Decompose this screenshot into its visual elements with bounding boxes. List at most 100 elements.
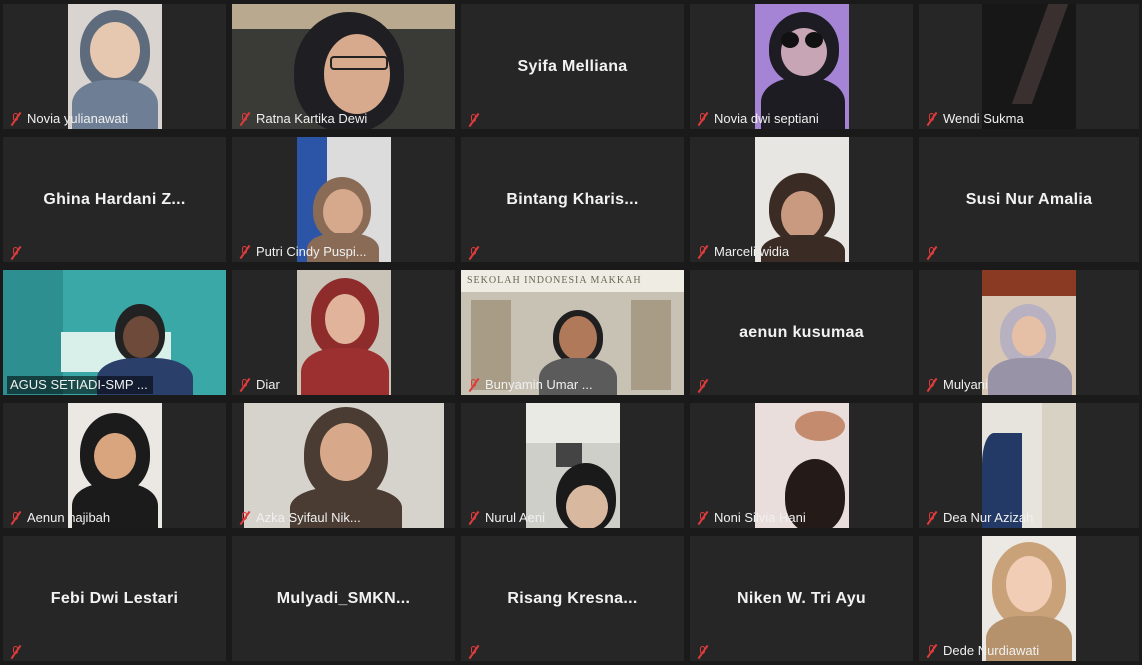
muted-mic-icon xyxy=(239,511,251,525)
muted-mic-icon xyxy=(239,378,251,392)
participant-display-name: Ghina Hardani Z... xyxy=(43,190,186,208)
muted-mic-icon xyxy=(926,511,938,525)
participant-name: Diar xyxy=(256,377,280,392)
participant-display-name: Bintang Kharis... xyxy=(506,190,639,208)
participant-name: Azka Syifaul Nik... xyxy=(256,510,361,525)
participant-name-label xyxy=(7,644,32,660)
gallery-grid: Novia yulianawati Ratna Kartika Dewi Syi… xyxy=(0,0,1142,665)
participant-name-label: Aenun najibah xyxy=(7,509,115,527)
muted-mic-icon xyxy=(468,511,480,525)
participant-tile[interactable]: Ratna Kartika Dewi xyxy=(232,4,455,129)
muted-mic-icon xyxy=(10,112,22,126)
participant-display-name: Niken W. Tri Ayu xyxy=(737,589,866,607)
participant-name: Noni Silvia Hani xyxy=(714,510,806,525)
muted-mic-icon xyxy=(926,378,938,392)
participant-tile[interactable]: Susi Nur Amalia xyxy=(919,137,1139,262)
muted-mic-icon xyxy=(697,645,709,659)
participant-name-label xyxy=(923,245,948,261)
muted-mic-icon xyxy=(926,112,938,126)
participant-tile[interactable]: Syifa Melliana xyxy=(461,4,684,129)
muted-mic-icon xyxy=(697,112,709,126)
participant-name-label: Novia dwi septiani xyxy=(694,110,824,128)
participant-tile[interactable]: Putri Cindy Puspi... xyxy=(232,137,455,262)
participant-name: Novia dwi septiani xyxy=(714,111,819,126)
participant-name-label: Mulyani xyxy=(923,376,993,394)
muted-mic-icon xyxy=(10,645,22,659)
participant-name-label: Dede Nurdiawati xyxy=(923,642,1044,660)
participant-display-name: Mulyadi_SMKN... xyxy=(276,589,411,607)
participant-display-name: Febi Dwi Lestari xyxy=(50,589,179,607)
participant-name-label xyxy=(465,112,490,128)
participant-name-label: Azka Syifaul Nik... xyxy=(236,509,366,527)
participant-name-label: Noni Silvia Hani xyxy=(694,509,811,527)
muted-mic-icon xyxy=(10,511,22,525)
participant-tile[interactable]: Aenun najibah xyxy=(3,403,226,528)
participant-display-name: Susi Nur Amalia xyxy=(965,190,1093,208)
muted-mic-icon xyxy=(468,113,480,127)
participant-name-label xyxy=(465,245,490,261)
participant-name-label: Dea Nur Azizah xyxy=(923,509,1038,527)
participant-tile[interactable]: aenun kusumaa xyxy=(690,270,913,395)
muted-mic-icon xyxy=(468,645,480,659)
muted-mic-icon xyxy=(10,246,22,260)
participant-name-label: Wendi Sukma xyxy=(923,110,1029,128)
participant-name-label xyxy=(694,378,719,394)
participant-name-label: Putri Cindy Puspi... xyxy=(236,243,372,261)
participant-name: Mulyani xyxy=(943,377,988,392)
participant-tile-active-speaker[interactable]: AGUS SETIADI-SMP ... xyxy=(3,270,226,395)
muted-mic-icon xyxy=(468,246,480,260)
participant-name-label: Diar xyxy=(236,376,285,394)
muted-mic-icon xyxy=(468,378,480,392)
participant-name-label: Nurul Aeni xyxy=(465,509,550,527)
participant-tile[interactable]: Dea Nur Azizah xyxy=(919,403,1139,528)
participant-name-label xyxy=(7,245,32,261)
muted-mic-icon xyxy=(239,245,251,259)
participant-tile[interactable]: Dede Nurdiawati xyxy=(919,536,1139,661)
participant-name-label: AGUS SETIADI-SMP ... xyxy=(7,376,153,394)
participant-tile[interactable]: Bintang Kharis... xyxy=(461,137,684,262)
participant-tile[interactable]: Wendi Sukma xyxy=(919,4,1139,129)
participant-name-label: Novia yulianawati xyxy=(7,110,133,128)
participant-name: Marceli widia xyxy=(714,244,790,259)
participant-name: Aenun najibah xyxy=(27,510,111,525)
participant-tile[interactable]: Azka Syifaul Nik... xyxy=(232,403,455,528)
participant-name: Ratna Kartika Dewi xyxy=(256,111,368,126)
participant-display-name: Syifa Melliana xyxy=(517,57,628,75)
participant-video xyxy=(982,270,1076,395)
participant-tile[interactable]: Noni Silvia Hani xyxy=(690,403,913,528)
participant-display-name: aenun kusumaa xyxy=(739,323,864,341)
participant-tile[interactable]: Ghina Hardani Z... xyxy=(3,137,226,262)
participant-name: Nurul Aeni xyxy=(485,510,545,525)
participant-name: Putri Cindy Puspi... xyxy=(256,244,367,259)
participant-name-label: Marceli widia xyxy=(694,243,794,261)
muted-mic-icon xyxy=(697,245,709,259)
participant-tile[interactable]: Marceli widia xyxy=(690,137,913,262)
participant-tile[interactable]: Novia dwi septiani xyxy=(690,4,913,129)
muted-mic-icon xyxy=(926,246,938,260)
participant-tile[interactable]: Mulyadi_SMKN... xyxy=(232,536,455,661)
participant-tile[interactable]: Diar xyxy=(232,270,455,395)
participant-name-label: Bunyamin Umar ... xyxy=(465,376,598,394)
participant-display-name: Risang Kresna... xyxy=(507,589,638,607)
participant-tile[interactable]: Febi Dwi Lestari xyxy=(3,536,226,661)
participant-tile[interactable]: Niken W. Tri Ayu xyxy=(690,536,913,661)
participant-name: Novia yulianawati xyxy=(27,111,129,126)
participant-name: Wendi Sukma xyxy=(943,111,1024,126)
participant-name-label: Ratna Kartika Dewi xyxy=(236,110,372,128)
muted-mic-icon xyxy=(697,511,709,525)
muted-mic-icon xyxy=(926,644,938,658)
participant-tile[interactable]: Novia yulianawati xyxy=(3,4,226,129)
participant-tile[interactable]: Mulyani xyxy=(919,270,1139,395)
participant-video xyxy=(296,270,391,395)
muted-mic-icon xyxy=(239,112,251,126)
participant-tile[interactable]: Risang Kresna... xyxy=(461,536,684,661)
participant-tile[interactable]: Nurul Aeni xyxy=(461,403,684,528)
participant-name-label xyxy=(465,644,490,660)
participant-name: Dea Nur Azizah xyxy=(943,510,1034,525)
participant-name-label xyxy=(694,644,719,660)
participant-name: Dede Nurdiawati xyxy=(943,643,1040,658)
participant-name: AGUS SETIADI-SMP ... xyxy=(10,377,148,392)
virtual-background-text: SEKOLAH INDONESIA MAKKAH xyxy=(467,275,642,286)
muted-mic-icon xyxy=(697,379,709,393)
participant-tile[interactable]: SEKOLAH INDONESIA MAKKAH Bunyamin Umar .… xyxy=(461,270,684,395)
